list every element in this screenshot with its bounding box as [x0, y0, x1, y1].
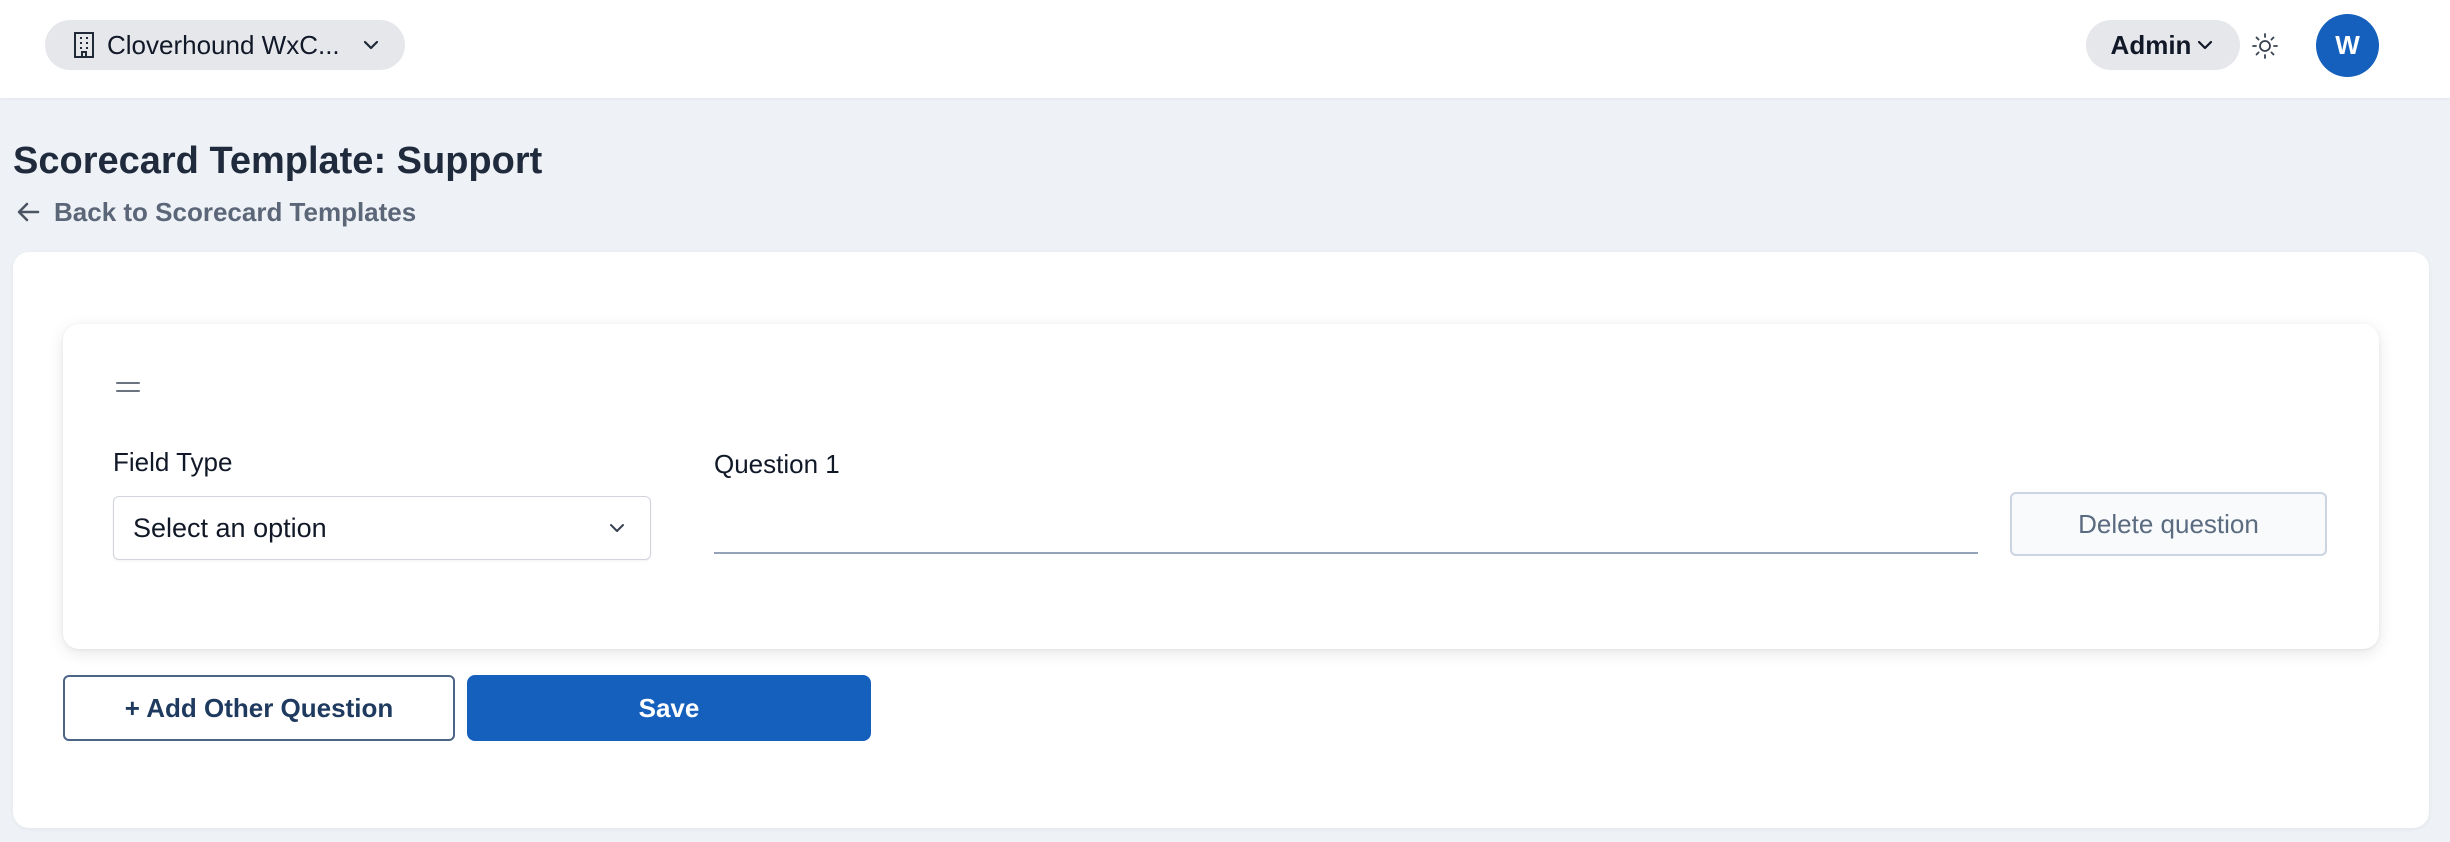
top-bar: Cloverhound WxC... Admin W: [0, 0, 2450, 98]
chevron-down-icon: [606, 517, 628, 539]
drag-handle-icon[interactable]: [115, 380, 141, 394]
theme-toggle-button[interactable]: [2250, 31, 2280, 61]
field-type-label: Field Type: [113, 447, 233, 477]
question-card: Field Type Select an option Question 1 D…: [63, 324, 2379, 649]
field-type-select[interactable]: Select an option: [113, 496, 651, 560]
role-switcher[interactable]: Admin: [2086, 20, 2240, 70]
role-label: Admin: [2110, 29, 2192, 60]
org-name: Cloverhound WxC...: [107, 29, 340, 60]
question-label: Question 1: [714, 449, 840, 479]
building-icon: [73, 31, 95, 59]
field-type-value: Select an option: [133, 512, 327, 543]
question-input[interactable]: [714, 494, 1978, 554]
save-button[interactable]: Save: [467, 675, 871, 741]
add-question-button[interactable]: + Add Other Question: [63, 675, 455, 741]
chevron-down-icon: [2195, 35, 2215, 55]
org-switcher[interactable]: Cloverhound WxC...: [45, 20, 405, 70]
scorecard-editor-card: Field Type Select an option Question 1 D…: [13, 252, 2429, 828]
sun-icon: [2251, 32, 2279, 60]
chevron-down-icon: [361, 35, 381, 55]
back-link-label: Back to Scorecard Templates: [54, 196, 417, 227]
page-title: Scorecard Template: Support: [13, 140, 543, 182]
delete-question-button[interactable]: Delete question: [2010, 492, 2327, 556]
user-avatar[interactable]: W: [2316, 14, 2379, 77]
back-to-templates-link[interactable]: Back to Scorecard Templates: [16, 196, 416, 228]
arrow-left-icon: [16, 199, 42, 225]
